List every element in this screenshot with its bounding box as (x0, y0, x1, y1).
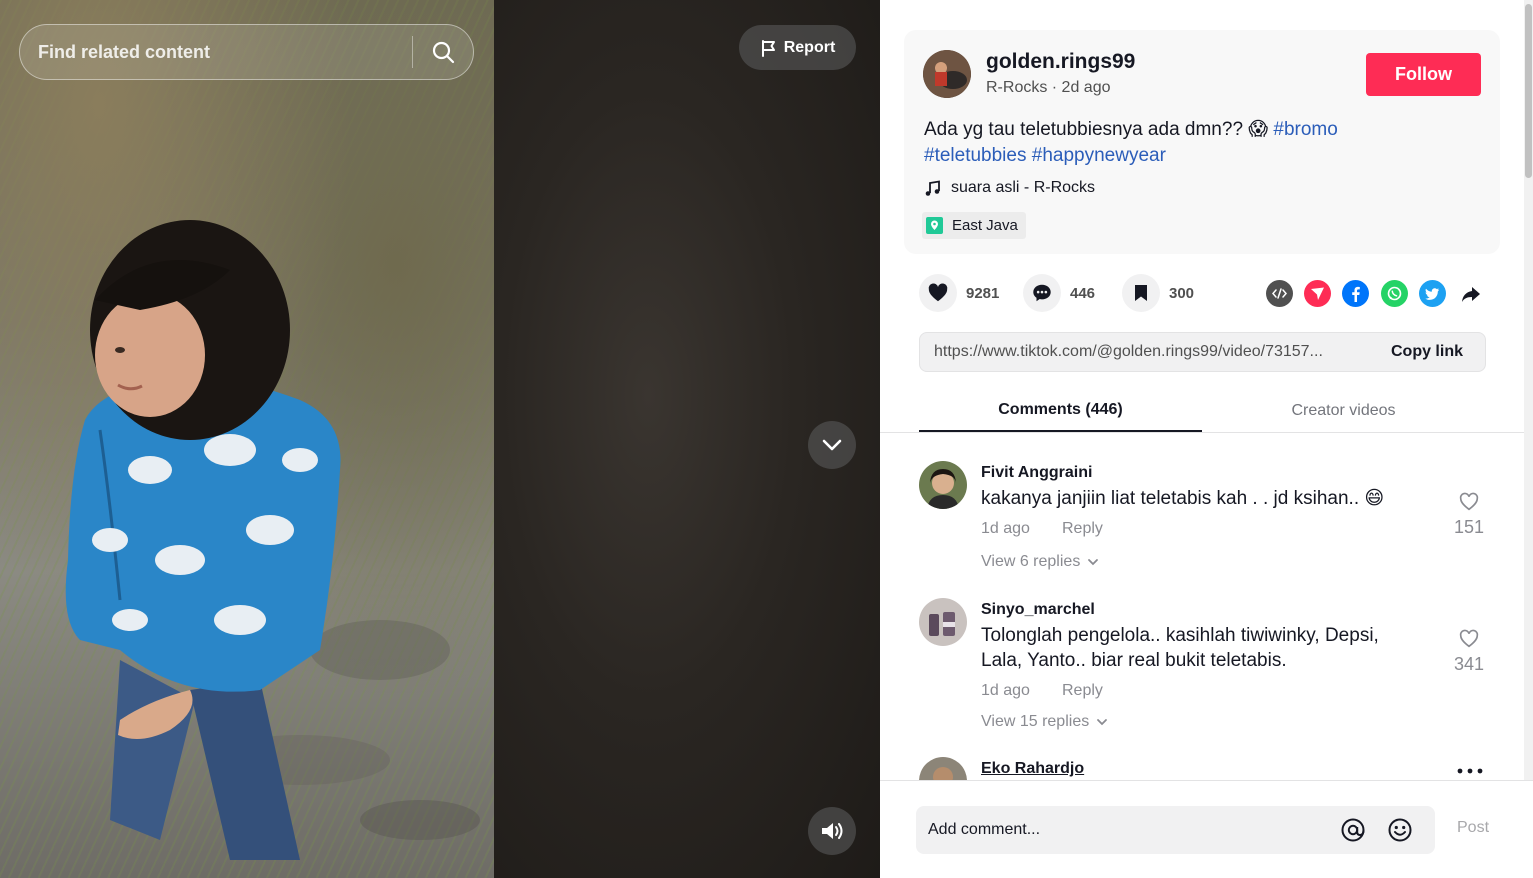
comment-username[interactable]: Sinyo_marchel (981, 601, 1095, 619)
report-label: Report (783, 38, 836, 56)
search-bar (19, 24, 474, 80)
tab-creator-videos[interactable]: Creator videos (1202, 390, 1485, 432)
avatar-image (923, 50, 971, 98)
view-replies-button[interactable]: View 6 replies (981, 553, 1100, 571)
avatar[interactable] (919, 461, 967, 509)
video-frame-child-in-blue-jacket (65, 220, 480, 860)
tab-comments[interactable]: Comments (446) (919, 390, 1202, 432)
volume-button[interactable] (808, 807, 856, 855)
hashtag-link[interactable]: #happynewyear (1032, 145, 1166, 166)
hashtag-link[interactable]: #bromo (1273, 119, 1337, 140)
comment-username[interactable]: Fivit Anggraini (981, 464, 1092, 482)
comment-username[interactable]: Eko Rahardjo (981, 760, 1084, 778)
embed-icon[interactable] (1266, 280, 1293, 307)
comment-count: 446 (1070, 284, 1096, 302)
comment-time: 1d ago (981, 520, 1030, 537)
search-input[interactable] (20, 25, 412, 79)
send-to-friends-icon[interactable] (1304, 280, 1331, 307)
comment-like-button[interactable]: 341 (1449, 628, 1489, 675)
bookmark-icon (1135, 285, 1147, 301)
author-avatar[interactable] (923, 50, 971, 98)
view-replies-label: View 15 replies (981, 713, 1090, 730)
chevron-down-icon (1088, 559, 1099, 566)
video-stage: Report (0, 0, 880, 878)
caption-text: Ada yg tau teletubbiesnya ada dmn?? (924, 119, 1249, 140)
location-tag[interactable]: East Java (922, 212, 1026, 239)
comment-text-line: Lala, Yanto.. biar real bukit teletabis. (981, 650, 1287, 671)
comment-like-button[interactable]: 151 (1449, 491, 1489, 538)
caption-emoji: 😱 (1248, 119, 1269, 140)
copy-link-button[interactable]: Copy link (1369, 343, 1485, 361)
more-options-icon[interactable] (1456, 762, 1484, 778)
facebook-icon[interactable] (1342, 280, 1369, 307)
emoji-icon[interactable] (1387, 817, 1413, 843)
save-count: 300 (1169, 284, 1195, 302)
hashtag-link[interactable]: #teletubbies (924, 145, 1026, 166)
avatar[interactable] (919, 757, 967, 780)
location-pin-icon (926, 217, 943, 234)
comment-list: Fivit Anggraini kakanya janjiin liat tel… (880, 433, 1524, 780)
avatar-image (919, 598, 967, 646)
post-button[interactable]: Post (1457, 819, 1489, 837)
chevron-down-icon (822, 439, 842, 451)
video-link-bar: https://www.tiktok.com/@golden.rings99/v… (919, 332, 1486, 372)
save-button[interactable]: 300 (1122, 274, 1194, 312)
comment-text-line: Tolonglah pengelola.. kasihlah tiwiwinky… (981, 625, 1379, 646)
scrollbar-thumb[interactable] (1525, 4, 1532, 178)
music-label: suara asli - R-Rocks (951, 179, 1096, 196)
mention-icon[interactable] (1340, 817, 1366, 843)
next-video-button[interactable] (808, 421, 856, 469)
video-link-text[interactable]: https://www.tiktok.com/@golden.rings99/v… (920, 343, 1369, 361)
heart-outline-icon (1459, 492, 1479, 511)
avatar-image (919, 461, 967, 509)
comment-text: kakanya janjiin liat teletabis kah . . j… (981, 488, 1385, 509)
comment-input[interactable] (928, 806, 1328, 854)
like-icon-wrap (919, 274, 957, 312)
report-button[interactable]: Report (739, 25, 856, 70)
video-player[interactable] (0, 0, 494, 878)
video-caption: Ada yg tau teletubbiesnya ada dmn?? 😱 #b… (924, 117, 1484, 169)
search-button[interactable] (413, 25, 473, 79)
comment-button[interactable]: 446 (1023, 274, 1095, 312)
view-replies-label: View 6 replies (981, 553, 1081, 570)
heart-icon (928, 283, 948, 302)
comment-bubble-icon (1033, 284, 1051, 302)
flag-icon (761, 39, 775, 57)
heart-outline-icon (1459, 629, 1479, 648)
reply-button[interactable]: Reply (1062, 682, 1103, 700)
reply-button[interactable]: Reply (1062, 520, 1103, 538)
music-link[interactable]: suara asli - R-Rocks (924, 179, 1095, 197)
like-count: 9281 (966, 284, 1000, 302)
comment-time: 1d ago (981, 682, 1030, 699)
comment-like-count: 341 (1453, 654, 1485, 674)
chevron-down-icon (1097, 719, 1108, 726)
twitter-icon[interactable] (1419, 280, 1446, 307)
panel-tabs: Comments (446) Creator videos (880, 390, 1524, 433)
author-subtitle: R-Rocks · 2d ago (986, 79, 1111, 96)
speaker-icon (822, 823, 843, 839)
save-icon-wrap (1122, 274, 1160, 312)
author-username[interactable]: golden.rings99 (986, 50, 1135, 74)
whatsapp-icon[interactable] (1381, 280, 1408, 307)
comment-composer (916, 806, 1435, 854)
follow-button[interactable]: Follow (1366, 53, 1481, 96)
share-arrow-icon[interactable] (1457, 280, 1484, 307)
avatar[interactable] (919, 598, 967, 646)
comment-like-count: 151 (1453, 517, 1485, 537)
music-note-icon (925, 179, 940, 196)
comment-icon-wrap (1023, 274, 1061, 312)
avatar-image (919, 757, 967, 780)
location-label: East Java (952, 217, 1018, 234)
like-button[interactable]: 9281 (919, 274, 999, 312)
view-replies-button[interactable]: View 15 replies (981, 713, 1109, 731)
search-icon (432, 41, 455, 64)
